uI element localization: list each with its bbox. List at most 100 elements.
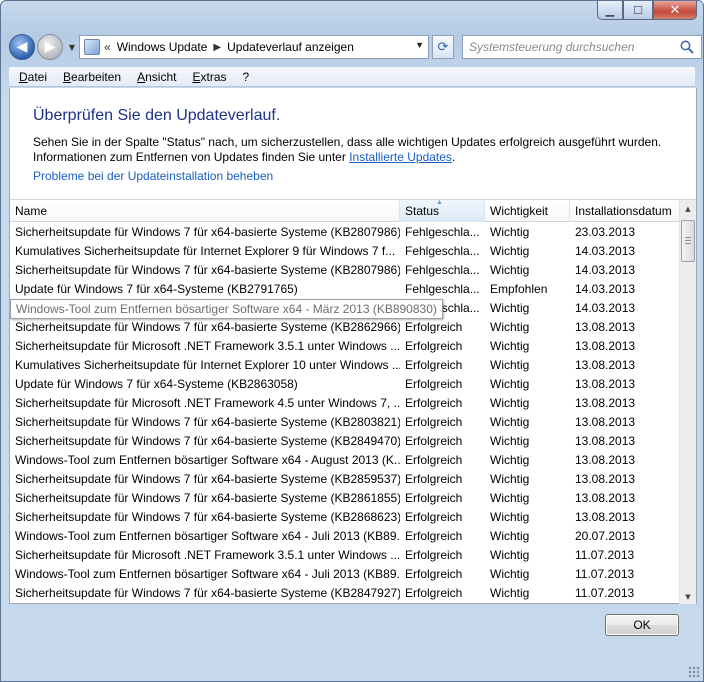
cell-install-date: 13.08.2013	[575, 320, 636, 334]
description-line-2: Informationen zum Entfernen von Updates …	[33, 150, 683, 165]
cell-status: Erfolgreich	[405, 491, 463, 505]
cell-status: Erfolgreich	[405, 339, 463, 353]
cell-importance: Wichtig	[490, 415, 530, 429]
table-row[interactable]: Windows-Tool zum Entfernen bösartiger So…	[10, 451, 682, 470]
cell-status: Erfolgreich	[405, 377, 463, 391]
table-row[interactable]: Kumulatives Sicherheitsupdate für Intern…	[10, 356, 682, 375]
navigation-bar: ◀ ▶ ▼ « Windows Update ▶ Updateverlauf a…	[9, 31, 702, 63]
cell-name: Sicherheitsupdate für Windows 7 für x64-…	[15, 491, 400, 505]
cell-status: Erfolgreich	[405, 320, 463, 334]
list-header: Name ▲ Status Wichtigkeit Installationsda…	[10, 200, 682, 222]
cell-install-date: 23.03.2013	[575, 225, 636, 239]
resize-grip-icon[interactable]	[688, 666, 700, 678]
scroll-down-icon[interactable]: ▼	[680, 588, 696, 604]
cell-name: Windows-Tool zum Entfernen bösartiger So…	[15, 529, 400, 543]
cell-status: Erfolgreich	[405, 548, 463, 562]
description-line-1: Sehen Sie in der Spalte "Status" nach, u…	[33, 135, 662, 149]
cell-importance: Wichtig	[490, 244, 530, 258]
table-row[interactable]: Sicherheitsupdate für Windows 7 für x64-…	[10, 261, 682, 280]
cell-install-date: 13.08.2013	[575, 491, 636, 505]
cell-name: Sicherheitsupdate für Windows 7 für x64-…	[15, 415, 400, 429]
cell-name: Update für Windows 7 für x64-Systeme (KB…	[15, 282, 298, 296]
table-row[interactable]: Sicherheitsupdate für Windows 7 für x64-…	[10, 318, 682, 337]
refresh-icon[interactable]: ⟳	[432, 35, 454, 59]
cell-status: Fehlgeschla...	[405, 225, 480, 239]
table-row[interactable]: Update für Windows 7 für x64-Systeme (KB…	[10, 375, 682, 394]
table-row[interactable]: Sicherheitsupdate für Windows 7 für x64-…	[10, 432, 682, 451]
cell-install-date: 13.08.2013	[575, 358, 636, 372]
table-row[interactable]: Sicherheitsupdate für Windows 7 für x64-…	[10, 223, 682, 242]
cell-install-date: 11.07.2013	[575, 548, 635, 562]
search-icon[interactable]	[679, 39, 695, 55]
column-header-install-date[interactable]: Installationsdatum	[570, 200, 682, 222]
cell-importance: Wichtig	[490, 510, 530, 524]
minimize-icon[interactable]: ▁	[597, 1, 623, 20]
menu-bearbeiten[interactable]: Bearbeiten	[53, 70, 127, 84]
column-header-status[interactable]: ▲ Status	[400, 200, 485, 222]
address-bar[interactable]: « Windows Update ▶ Updateverlauf anzeige…	[79, 35, 429, 59]
cell-importance: Wichtig	[490, 320, 530, 334]
table-row[interactable]: Windows-Tool zum Entfernen bösartiger So…	[10, 565, 682, 584]
table-row[interactable]: Sicherheitsupdate für Windows 7 für x64-…	[10, 489, 682, 508]
menu-help[interactable]: ?	[233, 70, 256, 84]
scroll-up-icon[interactable]: ▲	[680, 200, 696, 217]
menu-datei[interactable]: Datei	[9, 70, 53, 84]
cell-name: Sicherheitsupdate für Microsoft .NET Fra…	[15, 548, 400, 562]
cell-importance: Wichtig	[490, 434, 530, 448]
breadcrumb-separator-icon[interactable]: ▶	[213, 42, 221, 53]
cell-install-date: 13.08.2013	[575, 510, 636, 524]
table-row[interactable]: Sicherheitsupdate für Windows 7 für x64-…	[10, 413, 682, 432]
table-row[interactable]: Sicherheitsupdate für Windows 7 für x64-…	[10, 470, 682, 489]
description-prefix: Informationen zum Entfernen von Updates …	[33, 150, 350, 164]
installed-updates-link[interactable]: Installierte Updates	[349, 150, 452, 164]
cell-importance: Wichtig	[490, 396, 530, 410]
cell-status: Fehlgeschla...	[405, 263, 480, 277]
cell-install-date: 13.08.2013	[575, 453, 636, 467]
vertical-scrollbar[interactable]: ▲ ▼	[679, 200, 696, 604]
cell-install-date: 11.07.2013	[575, 567, 635, 581]
menu-ansicht[interactable]: Ansicht	[127, 70, 182, 84]
table-row[interactable]: Windows-Tool zum Entfernen bösartiger So…	[10, 527, 682, 546]
cell-install-date: 13.08.2013	[575, 396, 636, 410]
cell-name: Sicherheitsupdate für Windows 7 für x64-…	[15, 510, 400, 524]
page-description: Sehen Sie in der Spalte "Status" nach, u…	[33, 135, 683, 165]
cell-name: Sicherheitsupdate für Windows 7 für x64-…	[15, 263, 400, 277]
back-arrow-icon[interactable]: ◀	[9, 34, 35, 60]
cell-importance: Wichtig	[490, 377, 530, 391]
cell-status: Erfolgreich	[405, 510, 463, 524]
cell-status: Erfolgreich	[405, 434, 463, 448]
maximize-icon[interactable]: ☐	[623, 1, 653, 20]
breadcrumb-windows-update[interactable]: Windows Update	[117, 40, 208, 54]
troubleshoot-link[interactable]: Probleme bei der Updateinstallation behe…	[33, 169, 273, 183]
forward-arrow-icon[interactable]: ▶	[37, 34, 63, 60]
search-box[interactable]	[462, 35, 702, 59]
scroll-thumb[interactable]	[681, 220, 695, 262]
recent-pages-dropdown-icon[interactable]: ▼	[65, 40, 79, 54]
cell-name: Sicherheitsupdate für Windows 7 für x64-…	[15, 320, 400, 334]
table-row[interactable]: Sicherheitsupdate für Windows 7 für x64-…	[10, 584, 682, 603]
table-row[interactable]: Kumulatives Sicherheitsupdate für Intern…	[10, 242, 682, 261]
cell-name: Sicherheitsupdate für Microsoft .NET Fra…	[15, 396, 400, 410]
menu-extras[interactable]: Extras	[182, 70, 232, 84]
cell-status: Erfolgreich	[405, 529, 463, 543]
table-row[interactable]: Sicherheitsupdate für Windows 7 für x64-…	[10, 508, 682, 527]
breadcrumb-overflow[interactable]: «	[104, 40, 111, 54]
table-row[interactable]: Update für Windows 7 für x64-Systeme (KB…	[10, 280, 682, 299]
close-icon[interactable]: ✕	[653, 1, 697, 20]
search-input[interactable]	[469, 40, 669, 54]
caption-buttons: ▁ ☐ ✕	[597, 1, 697, 20]
ok-button[interactable]: OK	[605, 614, 679, 636]
breadcrumb-updateverlauf[interactable]: Updateverlauf anzeigen	[227, 40, 354, 54]
cell-importance: Wichtig	[490, 567, 530, 581]
table-row[interactable]: Sicherheitsupdate für Microsoft .NET Fra…	[10, 337, 682, 356]
cell-name: Kumulatives Sicherheitsupdate für Intern…	[15, 358, 400, 372]
table-row[interactable]: Sicherheitsupdate für Microsoft .NET Fra…	[10, 394, 682, 413]
name-tooltip: Windows-Tool zum Entfernen bösartiger So…	[10, 299, 443, 319]
column-header-status-label: Status	[405, 204, 440, 218]
sort-ascending-icon: ▲	[436, 199, 443, 206]
column-header-importance[interactable]: Wichtigkeit	[485, 200, 570, 222]
cell-install-date: 13.08.2013	[575, 339, 636, 353]
column-header-name[interactable]: Name	[10, 200, 400, 222]
table-row[interactable]: Sicherheitsupdate für Microsoft .NET Fra…	[10, 546, 682, 565]
address-dropdown-icon[interactable]: ▼	[415, 40, 424, 50]
